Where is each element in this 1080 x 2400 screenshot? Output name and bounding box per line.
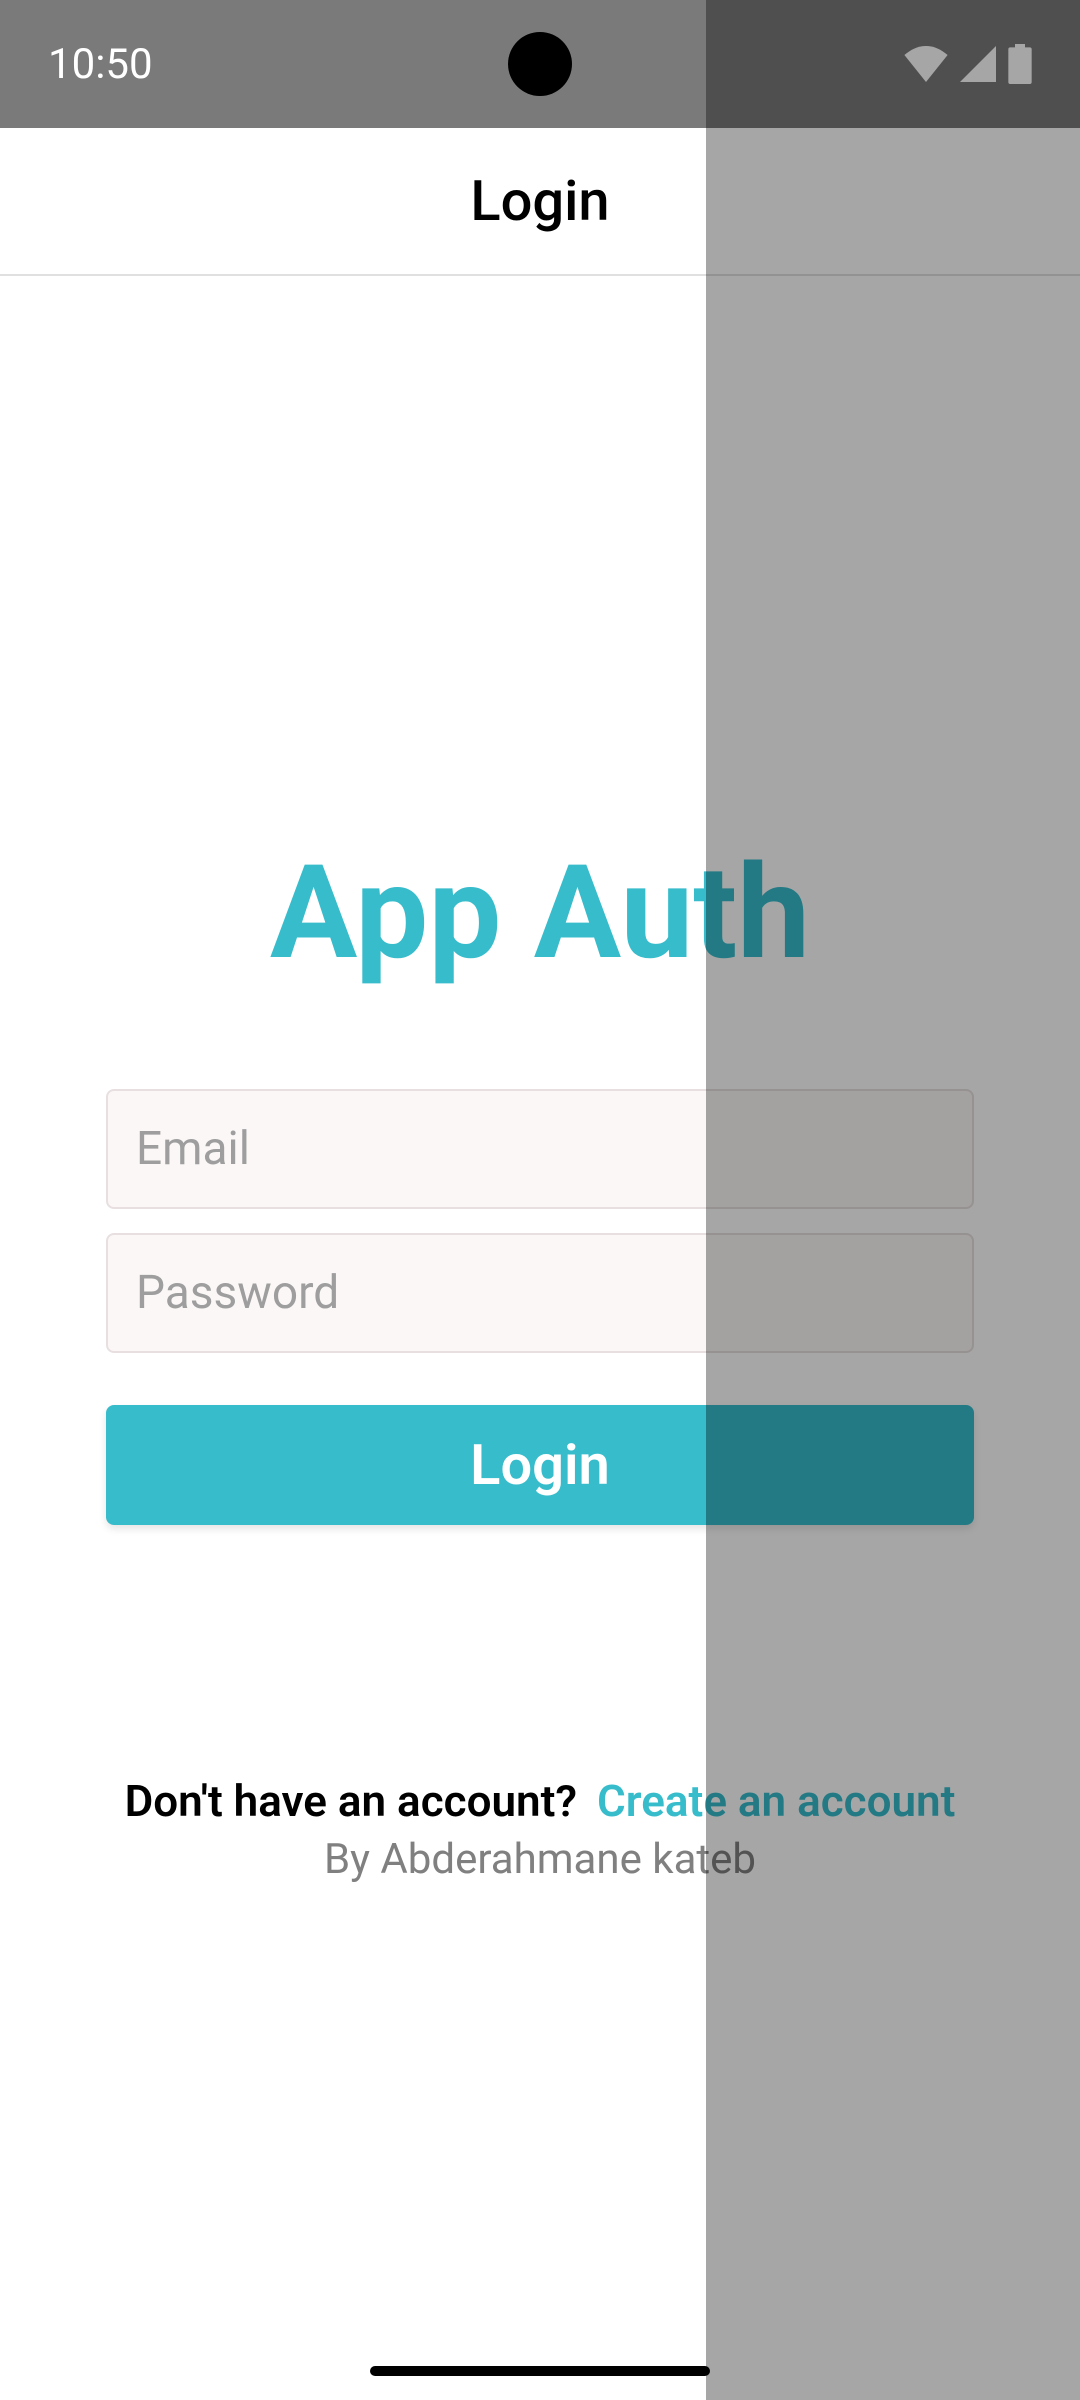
login-button[interactable]: Login bbox=[106, 1405, 974, 1525]
wifi-icon bbox=[904, 46, 948, 82]
login-form: App Auth Login Don't have an account? Cr… bbox=[0, 276, 1080, 1884]
signup-link[interactable]: Create an account bbox=[597, 1775, 955, 1827]
signup-prompt: Don't have an account? bbox=[125, 1775, 578, 1827]
nav-bar-handle[interactable] bbox=[370, 2366, 710, 2376]
author-credit: By Abderahmane kateb bbox=[125, 1835, 956, 1884]
app-title: App Auth bbox=[270, 836, 810, 989]
status-icons bbox=[904, 44, 1032, 84]
page-title: Login bbox=[470, 168, 609, 234]
signal-icon bbox=[960, 46, 996, 82]
status-bar: 10:50 bbox=[0, 0, 1080, 128]
status-time: 10:50 bbox=[48, 40, 153, 89]
password-field[interactable] bbox=[106, 1233, 974, 1353]
battery-icon bbox=[1008, 44, 1032, 84]
app-header: Login bbox=[0, 128, 1080, 276]
signup-section: Don't have an account? Create an account… bbox=[125, 1775, 956, 1884]
email-field[interactable] bbox=[106, 1089, 974, 1209]
camera-cutout bbox=[508, 32, 572, 96]
